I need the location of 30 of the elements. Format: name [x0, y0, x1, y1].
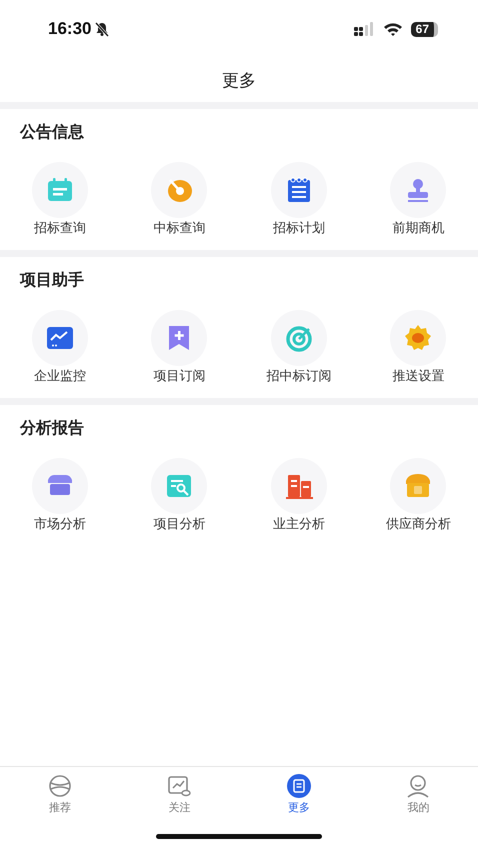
user-icon — [405, 773, 432, 799]
section-title: 项目助手 — [18, 269, 85, 291]
bell-off-icon — [94, 21, 110, 37]
menu-item[interactable]: 招标查询 — [0, 162, 120, 238]
section-title: 公告信息 — [18, 121, 85, 143]
menu-item[interactable]: 市场分析 — [0, 458, 120, 534]
menu-item[interactable]: 供应商分析 — [358, 458, 478, 534]
list-icon — [286, 773, 312, 799]
signal-icon — [352, 22, 375, 36]
tab[interactable]: 关注 — [120, 773, 239, 834]
chart-eye-icon — [166, 773, 192, 799]
menu-item[interactable]: 业主分析 — [239, 458, 358, 534]
section-title: 分析报告 — [18, 417, 85, 439]
gear-icon — [403, 323, 434, 353]
tab[interactable]: 推荐 — [0, 773, 120, 834]
menu-item[interactable]: 招中标订阅 — [239, 310, 358, 386]
battery-level: 67 — [416, 22, 429, 36]
menu-item[interactable]: 项目订阅 — [120, 310, 239, 386]
globe-icon — [46, 773, 73, 799]
menu-item[interactable]: 前期商机 — [358, 162, 478, 238]
menu-item[interactable]: 招标计划 — [239, 162, 358, 238]
menu-item[interactable]: 企业监控 — [0, 310, 120, 386]
page-title: 更多 — [222, 70, 256, 92]
menu-item[interactable]: 推送设置 — [358, 310, 478, 386]
tab[interactable]: 我的 — [358, 773, 478, 834]
menu-item[interactable]: 中标查询 — [120, 162, 239, 238]
tab[interactable]: 更多 — [239, 773, 358, 834]
menu-item[interactable]: 项目分析 — [120, 458, 239, 534]
wifi-icon — [382, 22, 403, 36]
clock-time: 16:30 — [48, 19, 92, 39]
